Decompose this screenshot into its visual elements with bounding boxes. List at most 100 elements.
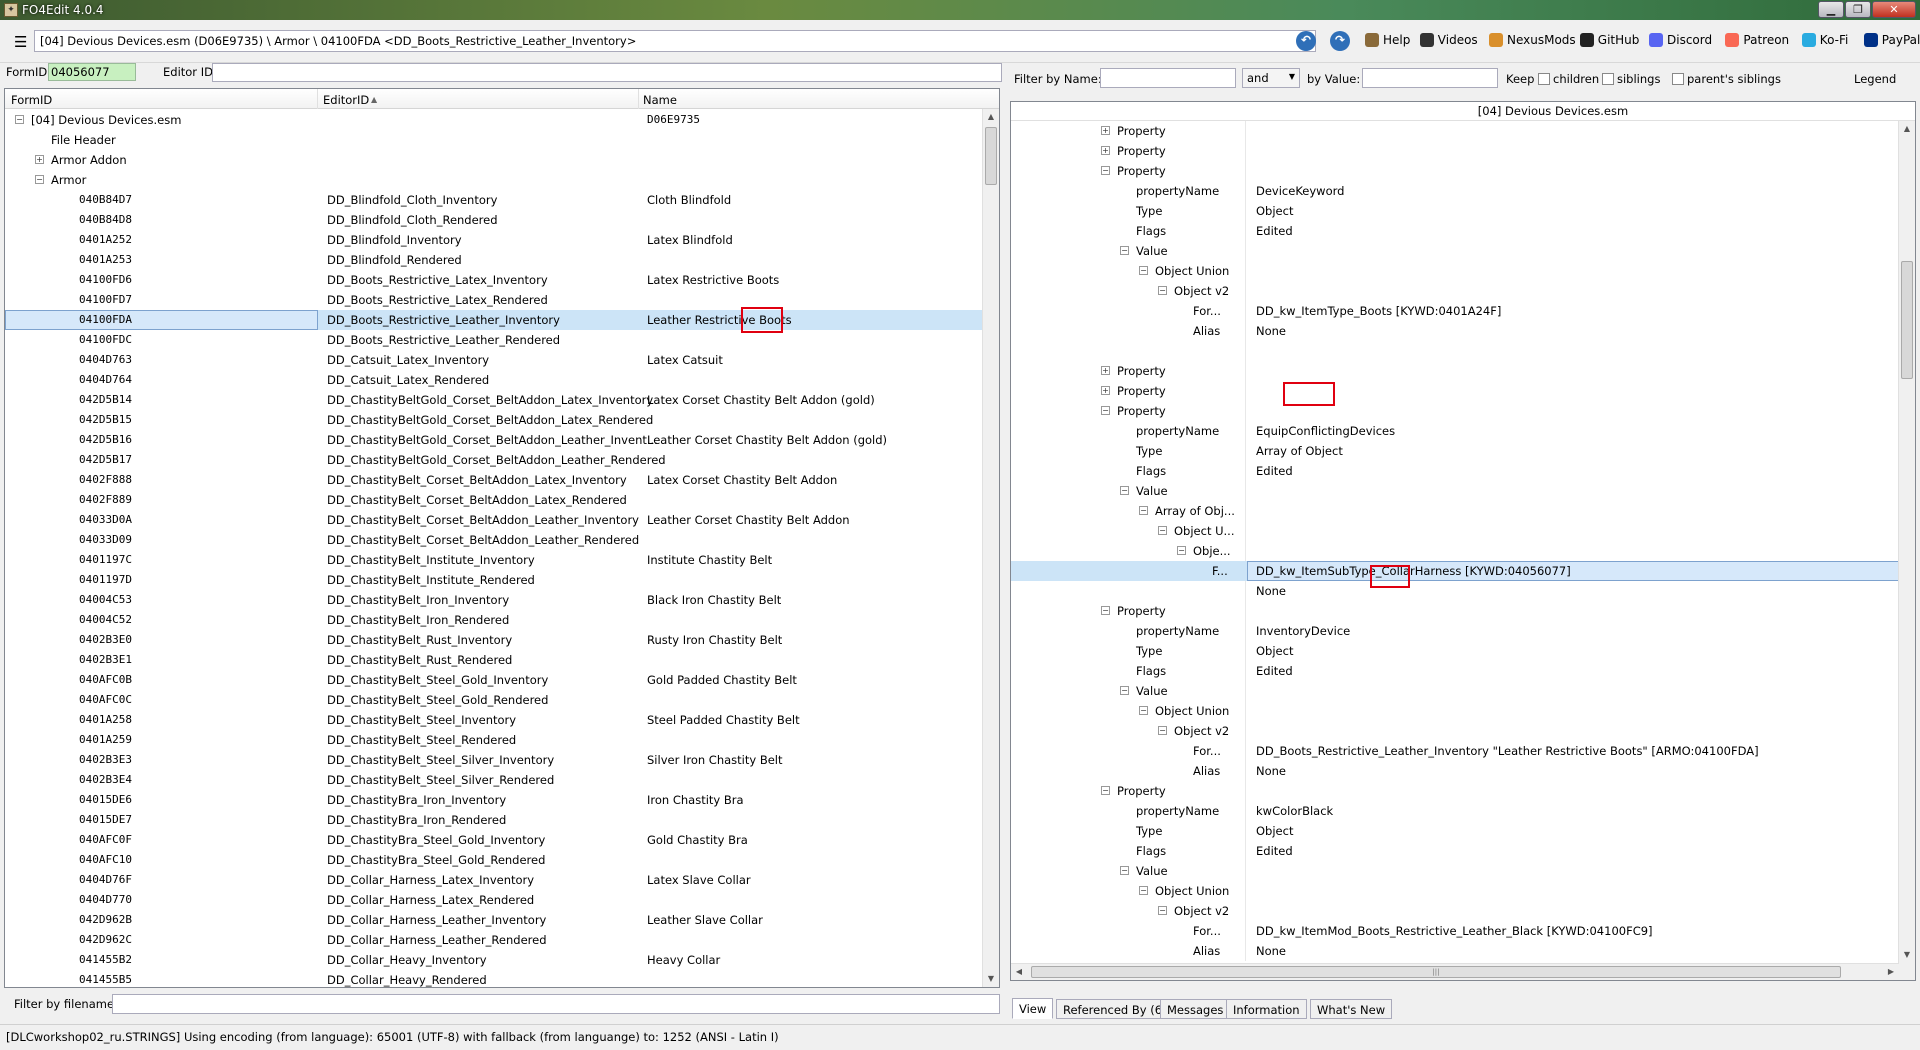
keep-parent-siblings-checkbox[interactable]: parent's siblings [1672,72,1781,86]
toolbar-link-nexusmods[interactable]: NexusMods [1489,33,1576,47]
record-row[interactable]: 04004C52 DD_ChastityBelt_Iron_Rendered [5,610,983,630]
expand-icon[interactable]: + [35,155,44,164]
toolbar-link-discord[interactable]: Discord [1649,33,1712,47]
field-row[interactable]: − Object v2 [1011,901,1891,921]
collapse-icon[interactable]: − [1120,866,1129,875]
column-editorid[interactable]: EditorID [323,93,369,107]
expand-icon[interactable]: + [1101,366,1110,375]
record-row[interactable]: 0401197C DD_ChastityBelt_Institute_Invent… [5,550,983,570]
field-row[interactable]: propertyName InventoryDevice [1011,621,1891,641]
record-row[interactable]: 040AFC0B DD_ChastityBelt_Steel_Gold_Inven… [5,670,983,690]
field-row[interactable]: −Property [1011,781,1891,801]
toolbar-link-help[interactable]: Help [1365,33,1410,47]
field-row[interactable]: − Value [1011,861,1891,881]
record-row[interactable]: 042D5B17 DD_ChastityBeltGold_Corset_BeltA… [5,450,983,470]
record-row[interactable]: 041455B2 DD_Collar_Heavy_Inventory Heavy C… [5,950,983,970]
tree-node[interactable]: − [04] Devious Devices.esm D06E9735 [5,110,983,130]
collapse-icon[interactable]: − [1101,606,1110,615]
filename-filter-input[interactable] [112,994,1000,1014]
record-row[interactable]: 042D5B16 DD_ChastityBeltGold_Corset_BeltA… [5,430,983,450]
field-row[interactable]: − Object Union [1011,881,1891,901]
collapse-icon[interactable]: − [1139,266,1148,275]
field-row[interactable]: None [1011,581,1891,601]
expand-icon[interactable]: + [1101,126,1110,135]
tree-node[interactable]: + Armor Addon [5,150,983,170]
collapse-icon[interactable]: − [1158,906,1167,915]
record-row[interactable]: 0402F888 DD_ChastityBelt_Corset_BeltAddon… [5,470,983,490]
tree-node[interactable]: File Header [5,130,983,150]
collapse-icon[interactable]: − [15,115,24,124]
record-row[interactable]: 04004C53 DD_ChastityBelt_Iron_Inventory Bl… [5,590,983,610]
hscroll-thumb[interactable]: ||| [1031,966,1841,978]
keep-siblings-checkbox[interactable]: siblings [1602,72,1660,86]
tab-view[interactable]: View [1012,998,1054,1019]
toolbar-link-patreon[interactable]: Patreon [1725,33,1789,47]
record-row[interactable]: 0402B3E0 DD_ChastityBelt_Rust_Inventory Ru… [5,630,983,650]
scroll-up-icon[interactable]: ▲ [983,109,999,125]
field-row[interactable]: − Object v2 [1011,281,1891,301]
filter-value-input[interactable] [1362,68,1498,88]
field-row[interactable]: −Property [1011,161,1891,181]
collapse-icon[interactable]: − [1120,486,1129,495]
forward-icon[interactable]: ↷ [1330,31,1350,51]
tab-information[interactable]: Information [1226,999,1307,1019]
record-row[interactable]: 04100FD6 DD_Boots_Restrictive_Latex_Inven… [5,270,983,290]
field-row[interactable]: −Property [1011,401,1891,421]
field-row[interactable]: Flags Edited [1011,661,1891,681]
close-button[interactable]: ✕ [1872,1,1916,18]
record-row[interactable]: 0404D763 DD_Catsuit_Latex_Inventory Latex … [5,350,983,370]
minimize-button[interactable]: ▁ [1818,1,1844,18]
record-row[interactable]: 042D5B14 DD_ChastityBeltGold_Corset_BeltA… [5,390,983,410]
record-row[interactable]: 04033D0A DD_ChastityBelt_Corset_BeltAddon… [5,510,983,530]
field-row[interactable]: + Property [1011,381,1891,401]
record-row[interactable]: 0401197D DD_ChastityBelt_Institute_Render… [5,570,983,590]
collapse-icon[interactable]: − [1139,706,1148,715]
collapse-icon[interactable]: − [1158,526,1167,535]
record-row[interactable]: 040AFC0F DD_ChastityBra_Steel_Gold_Invent… [5,830,983,850]
scroll-up-icon[interactable]: ▲ [1899,121,1915,137]
record-row[interactable]: 0401A253 DD_Blindfold_Rendered [5,250,983,270]
field-row[interactable]: − Object Union [1011,701,1891,721]
collapse-icon[interactable]: − [1139,886,1148,895]
collapse-icon[interactable]: − [1120,686,1129,695]
record-row[interactable]: 0401A259 DD_ChastityBelt_Steel_Rendered [5,730,983,750]
field-row[interactable]: Type Object [1011,821,1891,841]
field-row[interactable]: Alias None [1011,941,1891,961]
record-row[interactable]: 0404D764 DD_Catsuit_Latex_Rendered [5,370,983,390]
expand-icon[interactable]: + [1101,146,1110,155]
field-row[interactable]: − Array of Obj... [1011,501,1891,521]
collapse-icon[interactable]: − [1139,506,1148,515]
field-row[interactable]: + Property [1011,141,1891,161]
field-row[interactable]: Alias None [1011,321,1891,341]
collapse-icon[interactable]: − [1101,786,1110,795]
record-row[interactable]: 0402B3E3 DD_ChastityBelt_Steel_Silver_Inv… [5,750,983,770]
scroll-down-icon[interactable]: ▼ [983,971,999,987]
field-row[interactable]: Alias None [1011,761,1891,781]
scroll-down-icon[interactable]: ▼ [1899,947,1915,963]
record-row[interactable]: 0402F889 DD_ChastityBelt_Corset_BeltAddon… [5,490,983,510]
tab-referenced-by[interactable]: Referenced By (6) [1056,999,1174,1019]
record-path-field[interactable]: [04] Devious Devices.esm (D06E9735) \ Ar… [34,30,1316,52]
scroll-thumb[interactable] [1901,261,1913,379]
menu-icon[interactable]: ☰ [14,33,27,51]
field-row[interactable]: propertyName kwColorBlack [1011,801,1891,821]
field-row[interactable]: For... DD_kw_ItemMod_Boots_Restrictive_Le… [1011,921,1891,941]
field-row[interactable]: Flags Edited [1011,841,1891,861]
collapse-icon[interactable]: − [1101,406,1110,415]
field-row[interactable]: − Obje... [1011,541,1891,561]
collapse-icon[interactable]: − [1101,166,1110,175]
field-row[interactable]: F... DD_kw_ItemSubType_CollarHarness [KYW… [1011,561,1900,581]
toolbar-link-paypal[interactable]: PayPal [1863,33,1920,47]
field-row[interactable]: Flags Edited [1011,461,1891,481]
field-row[interactable]: − Value [1011,241,1891,261]
maximize-button[interactable]: ❐ [1845,1,1871,18]
record-row[interactable]: 0404D770 DD_Collar_Harness_Latex_Rendered [5,890,983,910]
field-row[interactable]: − Object v2 [1011,721,1891,741]
record-row[interactable]: 042D962B DD_Collar_Harness_Leather_Invent… [5,910,983,930]
back-icon[interactable]: ↶ [1296,31,1316,51]
record-row[interactable]: 040AFC0C DD_ChastityBelt_Steel_Gold_Rende… [5,690,983,710]
record-row[interactable]: 040AFC10 DD_ChastityBra_Steel_Gold_Render… [5,850,983,870]
collapse-icon[interactable]: − [1158,726,1167,735]
and-or-select[interactable]: and ▼ [1242,68,1300,88]
field-row[interactable]: For... DD_kw_ItemType_Boots [KYWD:0401A24… [1011,301,1891,321]
